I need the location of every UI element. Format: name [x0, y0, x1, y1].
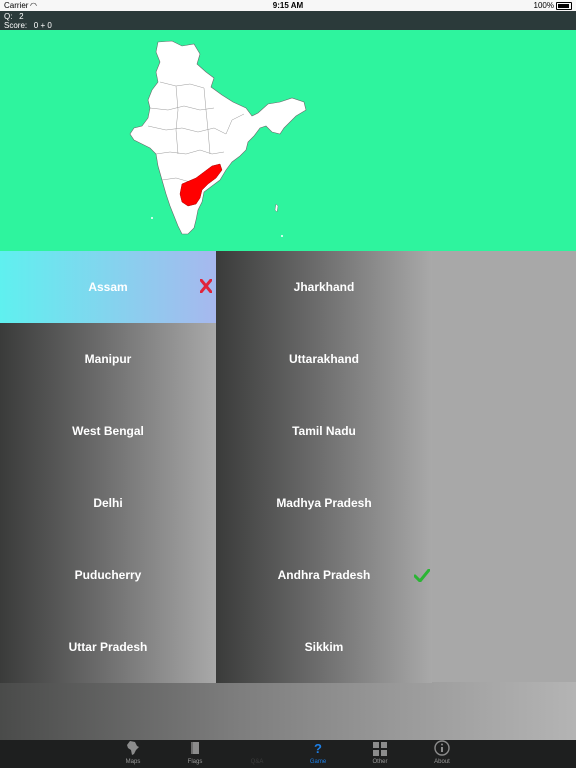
answer-label: Tamil Nadu: [292, 424, 356, 438]
tab-label: Maps: [125, 759, 141, 765]
answer-button-manipur[interactable]: Manipur: [0, 323, 216, 395]
answer-label: Manipur: [84, 352, 132, 366]
answer-label: Uttarakhand: [288, 352, 359, 366]
answers-grid: Assam Manipur West Bengal Delhi Puducher…: [0, 251, 576, 740]
india-outline: [129, 40, 307, 235]
answer-button-delhi[interactable]: Delhi: [0, 467, 216, 539]
answer-label: Uttar Pradesh: [68, 640, 148, 654]
answer-label: Jharkhand: [293, 280, 355, 294]
answers-left-column: Assam Manipur West Bengal Delhi Puducher…: [0, 251, 216, 683]
tab-other[interactable]: Other: [350, 740, 410, 768]
question-label: Q:: [4, 12, 13, 21]
flag-book-icon: [165, 740, 225, 758]
score-counter: Score: 0 + 0: [4, 21, 52, 30]
india-map-icon: [103, 740, 163, 758]
answer-label: Madhya Pradesh: [276, 496, 372, 510]
tab-label: Game: [309, 759, 327, 765]
tab-flags[interactable]: Flags: [165, 740, 225, 768]
answer-button-uttarakhand[interactable]: Uttarakhand: [216, 323, 432, 395]
battery-icon: [556, 2, 572, 10]
answer-button-jharkhand[interactable]: Jharkhand: [216, 251, 432, 323]
tab-label: Flags: [187, 759, 203, 765]
info-icon: [412, 740, 472, 758]
game-info-header: Q: 2 Score: 0 + 0: [0, 11, 576, 30]
tab-about[interactable]: About: [412, 740, 472, 768]
score-label: Score:: [4, 21, 28, 30]
answer-button-madhya-pradesh[interactable]: Madhya Pradesh: [216, 467, 432, 539]
wrong-x-icon: [200, 279, 212, 293]
answer-button-sikkim[interactable]: Sikkim: [216, 611, 432, 683]
clock: 9:15 AM: [272, 1, 304, 10]
answers-right-column: Jharkhand Uttarakhand Tamil Nadu Madhya …: [216, 251, 432, 683]
answer-button-west-bengal[interactable]: West Bengal: [0, 395, 216, 467]
tab-game[interactable]: ? Game: [288, 740, 348, 768]
tab-qa[interactable]: Q&A: [227, 740, 287, 768]
answer-label: Andhra Pradesh: [277, 568, 371, 582]
question-mark-icon: ?: [314, 741, 322, 756]
battery-percent: 100%: [533, 1, 554, 10]
answer-button-andhra-pradesh[interactable]: Andhra Pradesh: [216, 539, 432, 611]
answer-label: Assam: [88, 280, 128, 294]
score-value: 0 + 0: [33, 21, 52, 30]
answer-button-puducherry[interactable]: Puducherry: [0, 539, 216, 611]
island-dot: [151, 217, 153, 219]
tab-label: Other: [372, 759, 388, 765]
tab-label: About: [434, 759, 450, 765]
status-bar: Carrier ◠ 9:15 AM 100%: [0, 0, 576, 11]
answer-button-uttar-pradesh[interactable]: Uttar Pradesh: [0, 611, 216, 683]
answer-label: Puducherry: [74, 568, 142, 582]
tab-bar: Maps Flags Q&A ? Game Other About: [0, 740, 576, 768]
india-map: [129, 40, 307, 237]
correct-check-icon: [414, 569, 430, 582]
question-number: 2: [19, 12, 24, 21]
island-dot: [274, 203, 279, 213]
qa-icon: [227, 740, 287, 758]
map-panel: [0, 30, 576, 251]
answer-label: West Bengal: [72, 424, 144, 438]
grid-icon: [350, 740, 410, 758]
question-counter: Q: 2: [4, 12, 24, 21]
answer-button-tamil-nadu[interactable]: Tamil Nadu: [216, 395, 432, 467]
empty-panel: [432, 251, 576, 682]
tab-label: Q&A: [250, 759, 264, 765]
answer-label: Sikkim: [304, 640, 344, 654]
answer-button-assam[interactable]: Assam: [0, 251, 216, 323]
island-dot: [281, 235, 283, 237]
answer-label: Delhi: [93, 496, 123, 510]
tab-maps[interactable]: Maps: [103, 740, 163, 768]
